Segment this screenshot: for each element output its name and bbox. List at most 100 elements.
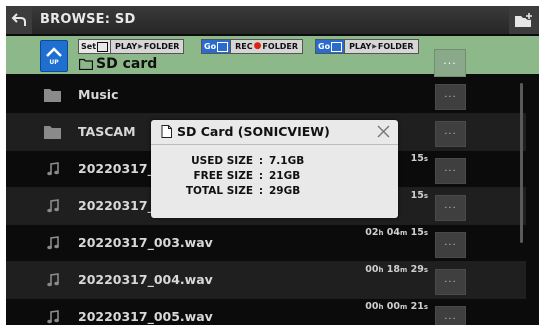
play-label: PLAY bbox=[115, 42, 138, 51]
music-note-icon bbox=[44, 309, 61, 324]
back-button[interactable] bbox=[6, 6, 32, 34]
file-duration: 15s bbox=[411, 153, 428, 164]
row-menu-button[interactable]: ··· bbox=[435, 84, 466, 110]
row-menu-button[interactable]: ··· bbox=[435, 195, 466, 221]
seconds-unit: s bbox=[423, 155, 428, 163]
up-label: UP bbox=[49, 58, 59, 66]
free-size-label: FREE SIZE bbox=[193, 170, 253, 182]
folder-go-icon bbox=[217, 41, 229, 52]
file-name: 20220317_004.wav bbox=[78, 272, 213, 287]
folder-icon bbox=[44, 87, 61, 102]
used-size-row: USED SIZE : 7.1GB bbox=[165, 155, 329, 170]
list-item[interactable]: 20220317_004.wav 00h 18m 29s ··· bbox=[6, 262, 526, 299]
hours-unit: h bbox=[378, 266, 384, 274]
folder-go-icon bbox=[331, 41, 343, 52]
used-size-label: USED SIZE bbox=[191, 155, 253, 167]
row-menu-button[interactable]: ··· bbox=[435, 306, 466, 325]
file-duration: 02h 04m 15s bbox=[365, 227, 428, 238]
minutes-unit: m bbox=[399, 303, 408, 311]
popup-title-text: SD Card (SONICVIEW) bbox=[177, 124, 330, 139]
row-menu-button[interactable]: ··· bbox=[435, 121, 466, 147]
back-arrow-icon bbox=[11, 13, 26, 26]
title-bar: BROWSE: SD bbox=[6, 6, 539, 34]
minutes-unit: m bbox=[399, 229, 408, 237]
popup-header: SD Card (SONICVIEW) bbox=[151, 120, 398, 145]
duration-seconds: 15 bbox=[410, 190, 424, 201]
folder-icon bbox=[44, 124, 61, 139]
file-duration: 00h 18m 29s bbox=[365, 264, 428, 275]
go-key-label: Go bbox=[204, 42, 217, 51]
set-play-folder-button[interactable]: Set PLAY ▶ FOLDER bbox=[78, 39, 185, 54]
rec-dot-icon: ● bbox=[253, 41, 262, 51]
current-folder-bar: UP Set PLAY ▶ FOLDER Go REC ● FOLDER Go PLAY… bbox=[6, 36, 539, 77]
duration-seconds: 29 bbox=[410, 264, 424, 275]
file-name: TASCAM bbox=[78, 124, 136, 139]
rec-label: REC bbox=[235, 42, 253, 51]
file-name: 20220317_0 bbox=[78, 198, 163, 213]
music-note-icon bbox=[44, 161, 61, 176]
popup-title: SD Card (SONICVIEW) bbox=[161, 124, 330, 139]
go-key-label: Go bbox=[318, 42, 331, 51]
total-size-label: TOTAL SIZE bbox=[185, 185, 253, 197]
total-size-row: TOTAL SIZE : 29GB bbox=[165, 185, 329, 200]
file-name: 20220317_005.wav bbox=[78, 309, 213, 324]
duration-seconds: 21 bbox=[410, 301, 424, 312]
folder-check-icon bbox=[97, 41, 109, 52]
duration-hours: 00 bbox=[365, 264, 379, 275]
separator: : bbox=[258, 170, 264, 182]
file-name: Music bbox=[78, 87, 119, 102]
row-menu-button[interactable]: ··· bbox=[435, 269, 466, 295]
current-folder-name: SD card bbox=[79, 56, 157, 72]
sd-card-icon bbox=[161, 125, 172, 138]
browse-title: BROWSE: SD bbox=[40, 12, 136, 27]
music-note-icon bbox=[44, 198, 61, 213]
duration-minutes: 18 bbox=[386, 264, 400, 275]
close-button[interactable] bbox=[375, 123, 392, 140]
duration-hours: 02 bbox=[365, 227, 379, 238]
hours-unit: h bbox=[378, 229, 384, 237]
seconds-unit: s bbox=[423, 229, 428, 237]
folder-menu-button[interactable]: ··· bbox=[434, 49, 466, 77]
new-folder-button[interactable] bbox=[509, 6, 539, 34]
scrollbar[interactable] bbox=[520, 83, 523, 243]
folder-label: FOLDER bbox=[262, 42, 299, 51]
seconds-unit: s bbox=[423, 192, 428, 200]
browse-screen: BROWSE: SD UP Set PLAY ▶ FOLDER Go REC ● FOL… bbox=[6, 6, 539, 325]
duration-seconds: 15 bbox=[410, 227, 424, 238]
file-duration: 00h 00m 21s bbox=[365, 301, 428, 312]
hours-unit: h bbox=[378, 303, 384, 311]
music-note-icon bbox=[44, 272, 61, 287]
go-play-folder-button[interactable]: Go PLAY ▶ FOLDER bbox=[315, 39, 419, 54]
seconds-unit: s bbox=[423, 303, 428, 311]
total-size-value: 29GB bbox=[269, 185, 301, 197]
duration-hours: 00 bbox=[365, 301, 379, 312]
up-arrow-icon bbox=[46, 46, 62, 57]
current-folder-label: SD card bbox=[96, 56, 158, 72]
play-triangle-icon: ▶ bbox=[372, 43, 377, 50]
list-item[interactable]: Music ··· bbox=[6, 77, 526, 114]
file-duration: 15s bbox=[411, 190, 428, 201]
separator: : bbox=[258, 185, 264, 197]
folder-icon bbox=[79, 58, 93, 70]
up-button[interactable]: UP bbox=[40, 40, 68, 72]
size-info: USED SIZE : 7.1GB FREE SIZE : 21GB TOTAL… bbox=[165, 155, 329, 200]
list-item[interactable]: 20220317_005.wav 00h 00m 21s ··· bbox=[6, 299, 526, 325]
free-size-value: 21GB bbox=[269, 170, 301, 182]
play-label: PLAY bbox=[349, 42, 372, 51]
duration-seconds: 15 bbox=[410, 153, 424, 164]
new-folder-icon bbox=[515, 12, 533, 27]
used-size-value: 7.1GB bbox=[269, 155, 305, 167]
free-size-row: FREE SIZE : 21GB bbox=[165, 170, 329, 185]
set-key-label: Set bbox=[81, 42, 97, 51]
seconds-unit: s bbox=[423, 266, 428, 274]
folder-label: FOLDER bbox=[143, 42, 180, 51]
music-note-icon bbox=[44, 235, 61, 250]
go-rec-folder-button[interactable]: Go REC ● FOLDER bbox=[201, 39, 304, 54]
separator: : bbox=[258, 155, 264, 167]
file-name: 20220317_0 bbox=[78, 161, 163, 176]
list-item[interactable]: 20220317_003.wav 02h 04m 15s ··· bbox=[6, 225, 526, 262]
folder-label: FOLDER bbox=[377, 42, 414, 51]
file-name: 20220317_003.wav bbox=[78, 235, 213, 250]
row-menu-button[interactable]: ··· bbox=[435, 232, 466, 258]
row-menu-button[interactable]: ··· bbox=[435, 158, 466, 184]
